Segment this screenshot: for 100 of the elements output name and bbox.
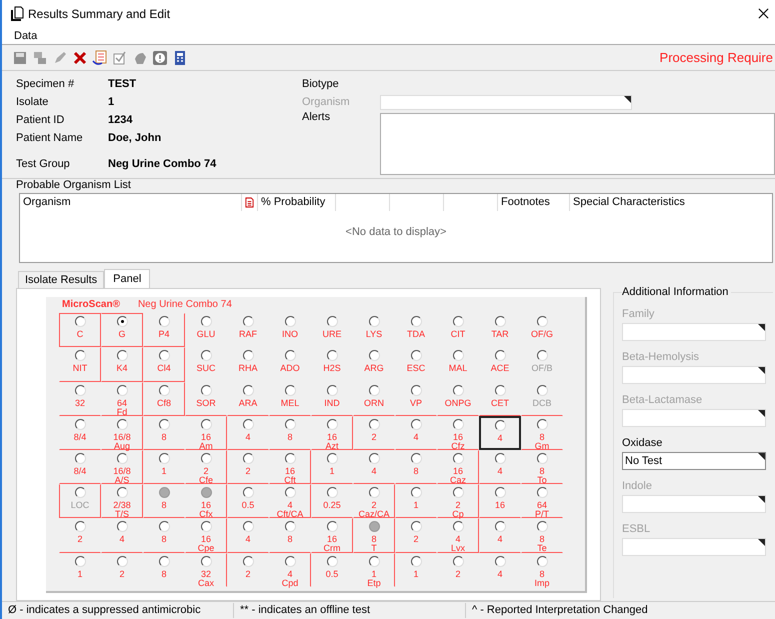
radio-button[interactable] xyxy=(536,316,548,328)
radio-button[interactable] xyxy=(158,452,170,464)
combo-box[interactable]: No Test xyxy=(622,452,766,470)
column-header[interactable]: Footnotes xyxy=(498,194,570,212)
radio-button[interactable] xyxy=(536,384,548,396)
radio-button[interactable] xyxy=(242,418,254,430)
radio-button[interactable] xyxy=(74,418,86,430)
radio-button[interactable] xyxy=(158,556,170,566)
menu-item[interactable]: Data xyxy=(14,30,38,42)
checkbox-icon[interactable] xyxy=(112,50,128,66)
radio-button[interactable] xyxy=(200,316,212,328)
radio-button[interactable] xyxy=(326,418,338,430)
radio-button[interactable] xyxy=(368,350,380,362)
close-icon[interactable] xyxy=(758,8,769,20)
radio-button[interactable] xyxy=(116,521,128,532)
radio-button[interactable] xyxy=(158,521,170,532)
radio-button[interactable] xyxy=(368,452,380,464)
radio-button[interactable] xyxy=(326,521,338,532)
radio-button[interactable] xyxy=(158,384,170,396)
radio-button[interactable] xyxy=(74,487,86,498)
radio-button[interactable] xyxy=(284,350,296,362)
radio-button[interactable] xyxy=(200,384,212,396)
radio-button[interactable] xyxy=(494,452,506,464)
radio-button[interactable] xyxy=(242,487,254,498)
radio-button[interactable] xyxy=(368,521,380,532)
radio-button[interactable] xyxy=(158,418,170,430)
radio-button[interactable] xyxy=(242,521,254,532)
radio-button[interactable] xyxy=(326,350,338,362)
radio-button[interactable] xyxy=(242,556,254,566)
radio-button[interactable] xyxy=(494,521,506,532)
radio-button[interactable] xyxy=(368,316,380,328)
radio-button[interactable] xyxy=(494,316,506,328)
radio-button[interactable] xyxy=(158,316,170,328)
radio-button[interactable] xyxy=(410,487,422,498)
radio-button[interactable] xyxy=(452,521,464,532)
delete-icon[interactable] xyxy=(72,50,88,66)
radio-button[interactable] xyxy=(116,384,128,396)
radio-button[interactable] xyxy=(116,350,128,362)
radio-button[interactable] xyxy=(452,350,464,362)
save-icon[interactable] xyxy=(12,50,28,66)
radio-button[interactable] xyxy=(326,316,338,328)
radio-button[interactable] xyxy=(410,384,422,396)
radio-button[interactable] xyxy=(368,384,380,396)
radio-button[interactable] xyxy=(74,384,86,396)
radio-button[interactable] xyxy=(452,384,464,396)
radio-button[interactable] xyxy=(452,452,464,464)
radio-button[interactable] xyxy=(284,487,296,498)
radio-button[interactable] xyxy=(116,316,128,328)
radio-button[interactable] xyxy=(284,316,296,328)
radio-button[interactable] xyxy=(284,452,296,464)
tab[interactable]: Panel xyxy=(104,269,150,288)
radio-button[interactable] xyxy=(284,418,296,430)
radio-button[interactable] xyxy=(242,452,254,464)
radio-button[interactable] xyxy=(242,384,254,396)
radio-button[interactable] xyxy=(536,418,548,430)
radio-button[interactable] xyxy=(410,316,422,328)
radio-button[interactable] xyxy=(242,350,254,362)
radio-button[interactable] xyxy=(368,487,380,498)
radio-button[interactable] xyxy=(452,556,464,566)
radio-button[interactable] xyxy=(200,452,212,464)
radio-button[interactable] xyxy=(200,350,212,362)
radio-button[interactable] xyxy=(200,556,212,566)
radio-button[interactable] xyxy=(74,316,86,328)
radio-button[interactable] xyxy=(494,420,506,431)
column-header[interactable]: % Probability xyxy=(258,194,336,212)
radio-button[interactable] xyxy=(74,521,86,532)
info-icon[interactable] xyxy=(152,50,168,66)
radio-button[interactable] xyxy=(368,556,380,566)
radio-button[interactable] xyxy=(536,556,548,566)
radio-button[interactable] xyxy=(74,556,86,566)
calculator-icon[interactable] xyxy=(172,50,188,66)
radio-button[interactable] xyxy=(242,316,254,328)
radio-button[interactable] xyxy=(452,418,464,430)
radio-button[interactable] xyxy=(116,556,128,566)
radio-button[interactable] xyxy=(536,350,548,362)
radio-button[interactable] xyxy=(284,521,296,532)
radio-button[interactable] xyxy=(410,418,422,430)
radio-button[interactable] xyxy=(74,452,86,464)
alerts-field[interactable] xyxy=(380,113,775,176)
radio-button[interactable] xyxy=(326,452,338,464)
column-header[interactable]: Special Characteristics xyxy=(570,194,772,212)
radio-button[interactable] xyxy=(158,350,170,362)
tab[interactable]: Isolate Results xyxy=(18,271,104,288)
radio-button[interactable] xyxy=(452,487,464,498)
radio-button[interactable] xyxy=(494,384,506,396)
radio-button[interactable] xyxy=(494,556,506,566)
radio-button[interactable] xyxy=(536,452,548,464)
column-header[interactable]: Organism xyxy=(20,194,242,212)
radio-button[interactable] xyxy=(410,452,422,464)
radio-button[interactable] xyxy=(368,418,380,430)
radio-button[interactable] xyxy=(326,384,338,396)
radio-button[interactable] xyxy=(494,487,506,498)
radio-button[interactable] xyxy=(536,487,548,498)
document-icon[interactable] xyxy=(92,50,108,66)
radio-button[interactable] xyxy=(200,487,212,498)
radio-button[interactable] xyxy=(284,384,296,396)
radio-button[interactable] xyxy=(536,521,548,532)
radio-button[interactable] xyxy=(200,521,212,532)
radio-button[interactable] xyxy=(74,350,86,362)
radio-button[interactable] xyxy=(410,350,422,362)
